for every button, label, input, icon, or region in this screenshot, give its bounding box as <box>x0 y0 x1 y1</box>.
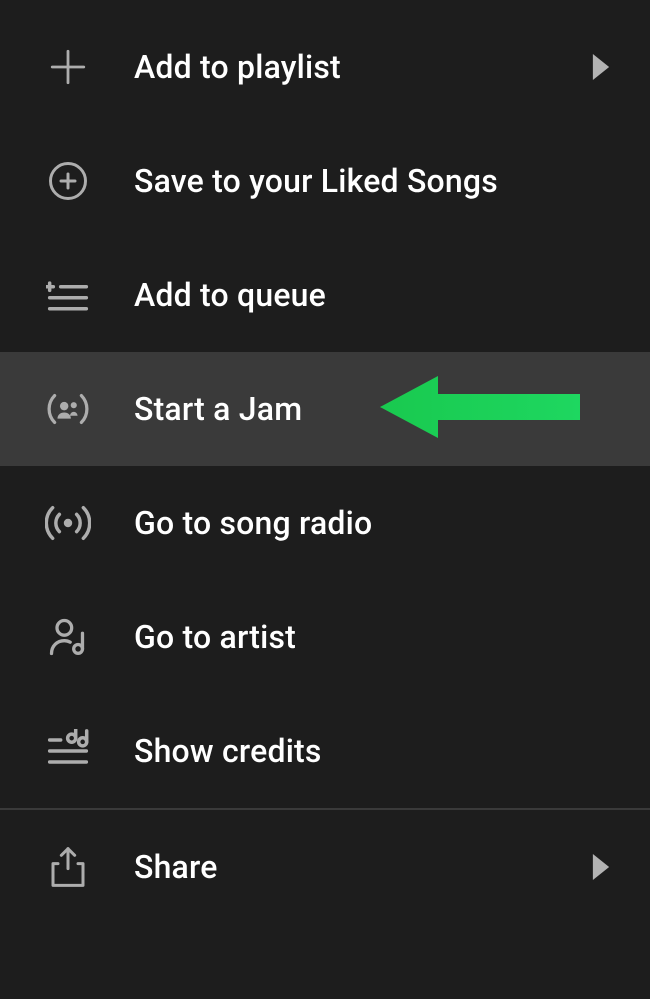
credits-icon <box>44 727 92 775</box>
chevron-right-icon <box>592 854 610 880</box>
menu-item-share[interactable]: Share <box>0 810 650 924</box>
add-circle-icon <box>44 157 92 205</box>
menu-item-label: Start a Jam <box>134 390 610 428</box>
plus-icon <box>44 43 92 91</box>
menu-item-label: Share <box>134 848 592 886</box>
radio-icon <box>44 499 92 547</box>
menu-item-label: Go to song radio <box>134 504 610 542</box>
menu-item-label: Show credits <box>134 732 610 770</box>
context-menu: Add to playlist Save to your Liked Songs <box>0 0 650 924</box>
menu-item-go-to-artist[interactable]: Go to artist <box>0 580 650 694</box>
chevron-right-icon <box>592 54 610 80</box>
menu-item-start-jam[interactable]: Start a Jam <box>0 352 650 466</box>
menu-item-add-to-queue[interactable]: Add to queue <box>0 238 650 352</box>
menu-item-show-credits[interactable]: Show credits <box>0 694 650 808</box>
share-icon <box>44 843 92 891</box>
menu-item-label: Go to artist <box>134 618 610 656</box>
menu-item-song-radio[interactable]: Go to song radio <box>0 466 650 580</box>
jam-icon <box>44 385 92 433</box>
queue-icon <box>44 271 92 319</box>
menu-item-label: Save to your Liked Songs <box>134 162 610 200</box>
menu-item-add-to-playlist[interactable]: Add to playlist <box>0 10 650 124</box>
artist-icon <box>44 613 92 661</box>
menu-item-save-liked-songs[interactable]: Save to your Liked Songs <box>0 124 650 238</box>
menu-item-label: Add to playlist <box>134 48 592 86</box>
menu-item-label: Add to queue <box>134 276 610 314</box>
